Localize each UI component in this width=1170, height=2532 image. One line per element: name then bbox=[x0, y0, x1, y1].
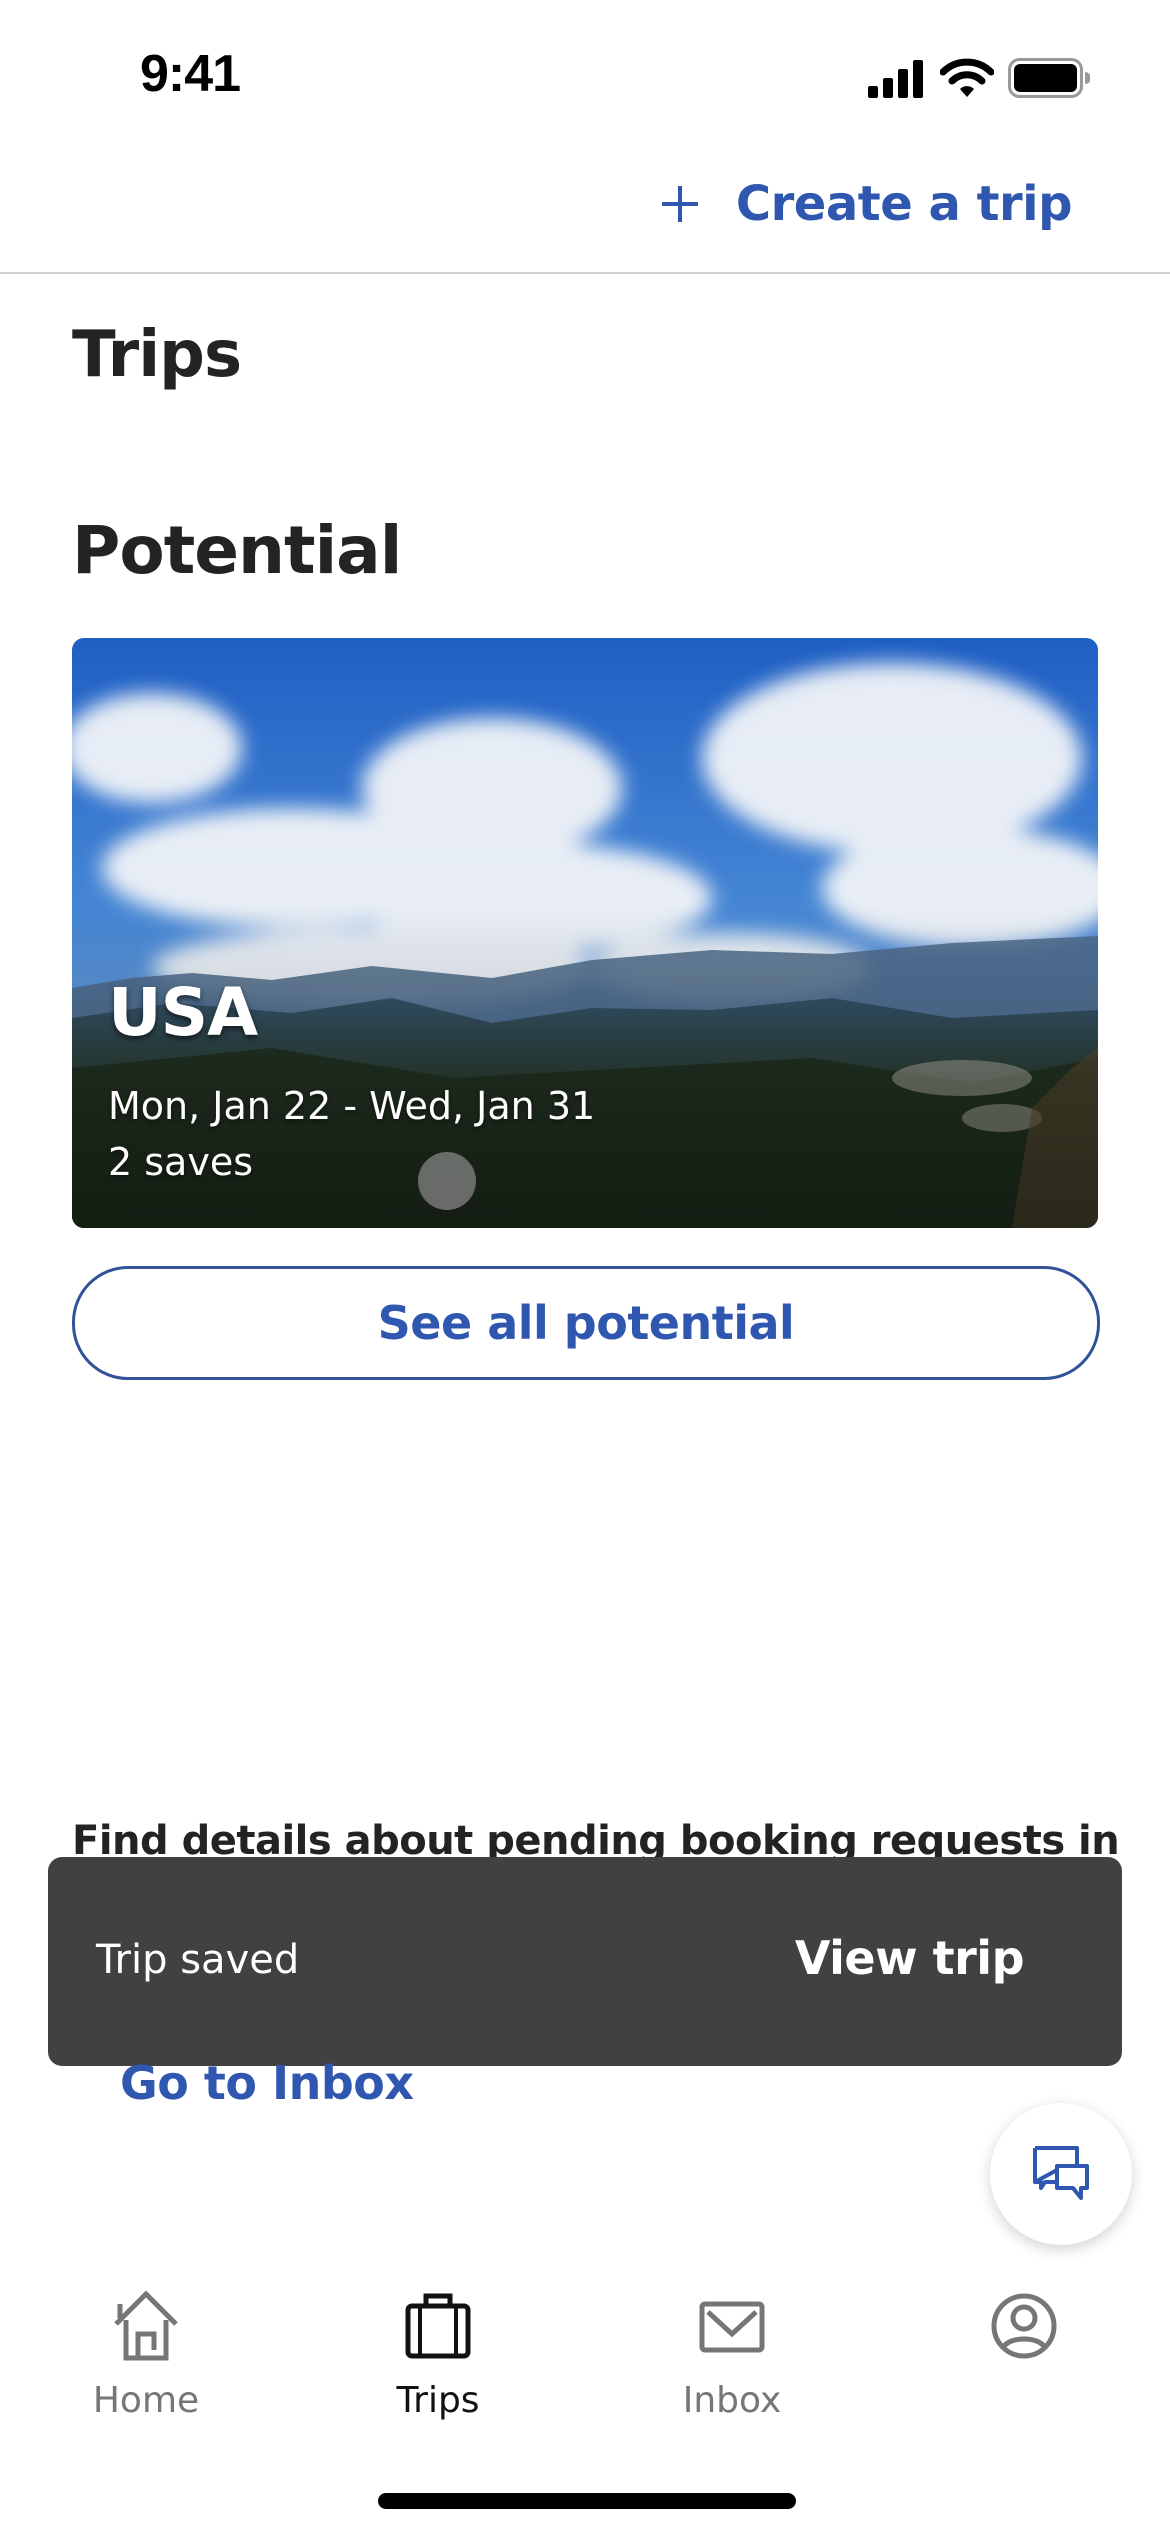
section-title: Potential bbox=[72, 512, 402, 589]
trip-dates: Mon, Jan 22 - Wed, Jan 31 bbox=[108, 1084, 596, 1128]
create-trip-label: Create a trip bbox=[735, 176, 1073, 232]
tab-trips-label: Trips bbox=[396, 2380, 480, 2421]
go-to-inbox-link[interactable]: Go to Inbox bbox=[120, 2056, 414, 2110]
home-indicator[interactable] bbox=[378, 2493, 796, 2509]
signal-icon bbox=[868, 60, 923, 98]
suitcase-icon bbox=[405, 2293, 471, 2359]
wifi-icon bbox=[940, 58, 994, 97]
toast-snackbar: Trip saved View trip bbox=[48, 1857, 1122, 2066]
trip-card[interactable]: USA Mon, Jan 22 - Wed, Jan 31 2 saves bbox=[72, 638, 1098, 1228]
view-trip-button[interactable]: View trip bbox=[795, 1931, 1025, 1985]
tab-home-label: Home bbox=[92, 2380, 200, 2421]
chat-bubbles-icon bbox=[1033, 2146, 1089, 2200]
tab-profile[interactable] bbox=[934, 2290, 1114, 2380]
page-title: Trips bbox=[72, 318, 242, 392]
mail-icon bbox=[699, 2301, 765, 2353]
status-icons bbox=[866, 58, 1090, 98]
header-divider bbox=[0, 272, 1170, 274]
see-all-potential-button[interactable]: See all potential bbox=[72, 1266, 1100, 1380]
create-trip-button[interactable]: Create a trip bbox=[660, 176, 1073, 232]
touch-indicator bbox=[418, 1152, 476, 1210]
tab-trips[interactable]: Trips bbox=[348, 2290, 528, 2421]
tab-inbox[interactable]: Inbox bbox=[642, 2290, 822, 2421]
battery-icon bbox=[1008, 58, 1090, 98]
trip-saves: 2 saves bbox=[108, 1140, 254, 1184]
status-time: 9:41 bbox=[140, 45, 241, 103]
profile-icon bbox=[991, 2293, 1057, 2359]
home-icon bbox=[114, 2290, 178, 2361]
trip-destination: USA bbox=[108, 974, 258, 1051]
tab-home[interactable]: Home bbox=[56, 2290, 236, 2421]
tab-inbox-label: Inbox bbox=[682, 2380, 782, 2421]
toast-message: Trip saved bbox=[96, 1937, 300, 1983]
chat-button[interactable] bbox=[990, 2103, 1132, 2245]
plus-icon bbox=[661, 186, 698, 222]
